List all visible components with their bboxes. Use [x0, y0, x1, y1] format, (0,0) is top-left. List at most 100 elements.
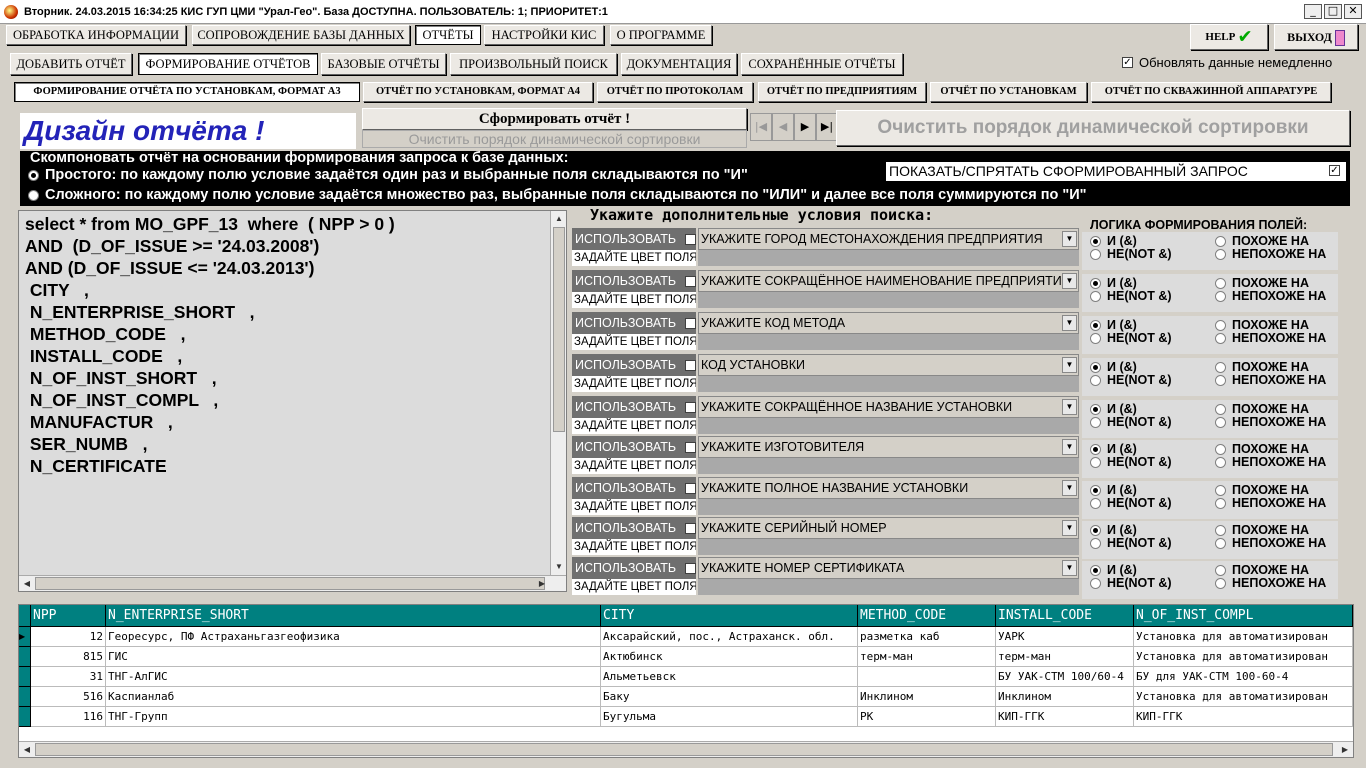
- show-query-checkbox[interactable]: ✓: [1329, 165, 1340, 176]
- table-cell[interactable]: ГИС: [106, 647, 601, 667]
- menu-settings[interactable]: НАСТРОЙКИ КИС: [484, 25, 604, 45]
- table-row[interactable]: 116 ТНГ-Групп Бугульма РК КИП-ГГК КИП-ГГК: [19, 707, 1353, 727]
- logic-like-option[interactable]: ПОХОЖЕ НА: [1215, 234, 1309, 248]
- sql-query-box[interactable]: select * from MO_GPF_13 where ( NPP > 0 …: [18, 210, 567, 592]
- close-icon[interactable]: ✕: [1344, 4, 1362, 19]
- logic-and-radio[interactable]: [1090, 443, 1101, 455]
- table-cell[interactable]: РК: [858, 707, 996, 727]
- chevron-down-icon[interactable]: ▼: [1062, 560, 1077, 576]
- menu-reports[interactable]: ОТЧЁТЫ: [415, 25, 481, 45]
- logic-notlike-option[interactable]: НЕПОХОЖЕ НА: [1215, 536, 1326, 550]
- maximize-icon[interactable]: □: [1324, 4, 1342, 19]
- logic-like-radio[interactable]: [1215, 235, 1226, 247]
- menu-processing[interactable]: ОБРАБОТКА ИНФОРМАЦИИ: [6, 25, 186, 45]
- menu-db-support[interactable]: СОПРОВОЖДЕНИЕ БАЗЫ ДАННЫХ: [192, 25, 410, 45]
- logic-not-option[interactable]: НЕ(NOT &): [1090, 455, 1172, 469]
- logic-not-option[interactable]: НЕ(NOT &): [1090, 576, 1172, 590]
- sql-horizontal-scrollbar[interactable]: ◀ ▶: [19, 575, 566, 591]
- logic-not-radio[interactable]: [1090, 416, 1101, 428]
- table-cell[interactable]: Установка для автоматизирован: [1134, 647, 1353, 667]
- condition-select[interactable]: УКАЖИТЕ СЕРИЙНЫЙ НОМЕР ▼: [698, 517, 1079, 539]
- scroll-up-icon[interactable]: ▲: [551, 211, 567, 227]
- scroll-right-icon[interactable]: ▶: [534, 576, 550, 592]
- logic-and-radio[interactable]: [1090, 564, 1101, 576]
- row-indicator[interactable]: [19, 707, 31, 727]
- use-checkbox[interactable]: [685, 563, 696, 574]
- current-row-indicator-icon[interactable]: ▶: [19, 627, 31, 647]
- use-field-toggle[interactable]: ИСПОЛЬЗОВАТЬ: [572, 517, 696, 539]
- set-color-button[interactable]: ЗАДАЙТЕ ЦВЕТ ПОЛЯ: [572, 418, 696, 434]
- logic-and-option[interactable]: И (&): [1090, 523, 1137, 537]
- logic-notlike-radio[interactable]: [1215, 290, 1226, 302]
- logic-not-option[interactable]: НЕ(NOT &): [1090, 496, 1172, 510]
- logic-and-radio[interactable]: [1090, 524, 1101, 536]
- use-field-toggle[interactable]: ИСПОЛЬЗОВАТЬ: [572, 270, 696, 292]
- logic-like-radio[interactable]: [1215, 484, 1226, 496]
- table-row[interactable]: 31 ТНГ-АлГИС Альметьевск БУ УАК-СТМ 100/60-…: [19, 667, 1353, 687]
- chevron-down-icon[interactable]: ▼: [1062, 357, 1077, 373]
- logic-not-option[interactable]: НЕ(NOT &): [1090, 536, 1172, 550]
- table-row[interactable]: 815 ГИС Актюбинск терм-ман терм-ман Установка…: [19, 647, 1353, 667]
- logic-not-option[interactable]: НЕ(NOT &): [1090, 415, 1172, 429]
- logic-notlike-option[interactable]: НЕПОХОЖЕ НА: [1215, 576, 1326, 590]
- condition-select[interactable]: УКАЖИТЕ НОМЕР СЕРТИФИКАТА ▼: [698, 557, 1079, 579]
- logic-like-radio[interactable]: [1215, 564, 1226, 576]
- table-cell[interactable]: 116: [31, 707, 106, 727]
- complex-query-option[interactable]: Сложного: по каждому полю условие задаёт…: [28, 187, 1087, 203]
- table-cell[interactable]: терм-ман: [858, 647, 996, 667]
- table-row[interactable]: ▶ 12 Георесурс, ПФ Астраханьгазгеофизика Ак…: [19, 627, 1353, 647]
- tab-protocols-report[interactable]: ОТЧЁТ ПО ПРОТОКОЛАМ: [597, 82, 753, 102]
- form-report-button[interactable]: Сформировать отчёт !: [362, 108, 747, 130]
- tab-enterprises-report[interactable]: ОТЧЁТ ПО ПРЕДПРИЯТИЯМ: [758, 82, 926, 102]
- condition-select[interactable]: УКАЖИТЕ ПОЛНОЕ НАЗВАНИЕ УСТАНОВКИ ▼: [698, 477, 1079, 499]
- use-checkbox[interactable]: [685, 523, 696, 534]
- tab-add-report[interactable]: ДОБАВИТЬ ОТЧЁТ: [10, 53, 132, 75]
- logic-notlike-option[interactable]: НЕПОХОЖЕ НА: [1215, 415, 1326, 429]
- table-cell[interactable]: Инклином: [996, 687, 1134, 707]
- sql-hscroll-thumb[interactable]: [35, 577, 545, 590]
- chevron-down-icon[interactable]: ▼: [1062, 480, 1077, 496]
- logic-like-option[interactable]: ПОХОЖЕ НА: [1215, 276, 1309, 290]
- row-indicator[interactable]: [19, 687, 31, 707]
- simple-query-option[interactable]: Простого: по каждому полю условие задаёт…: [28, 167, 748, 183]
- use-checkbox[interactable]: [685, 442, 696, 453]
- logic-and-radio[interactable]: [1090, 361, 1101, 373]
- use-checkbox[interactable]: [685, 360, 696, 371]
- grid-column-header[interactable]: METHOD_CODE: [858, 605, 996, 627]
- sql-vertical-scrollbar[interactable]: ▲ ▼: [550, 211, 566, 575]
- results-grid[interactable]: NPP N_ENTERPRISE_SHORT CITY METHOD_CODE INST…: [18, 604, 1354, 758]
- set-color-button[interactable]: ЗАДАЙТЕ ЦВЕТ ПОЛЯ: [572, 250, 696, 266]
- logic-and-radio[interactable]: [1090, 235, 1101, 247]
- tab-a4-report[interactable]: ОТЧЁТ ПО УСТАНОВКАМ, ФОРМАТ А4: [363, 82, 593, 102]
- logic-notlike-option[interactable]: НЕПОХОЖЕ НА: [1215, 289, 1326, 303]
- table-row[interactable]: 516 Каспианлаб Баку Инклином Инклином Установ…: [19, 687, 1353, 707]
- condition-select[interactable]: УКАЖИТЕ КОД МЕТОДА ▼: [698, 312, 1079, 334]
- table-cell[interactable]: 516: [31, 687, 106, 707]
- scroll-down-icon[interactable]: ▼: [551, 559, 567, 575]
- logic-not-radio[interactable]: [1090, 497, 1101, 509]
- table-cell[interactable]: ТНГ-АлГИС: [106, 667, 601, 687]
- logic-notlike-radio[interactable]: [1215, 577, 1226, 589]
- logic-not-radio[interactable]: [1090, 374, 1101, 386]
- logic-like-option[interactable]: ПОХОЖЕ НА: [1215, 563, 1309, 577]
- use-checkbox[interactable]: [685, 402, 696, 413]
- use-checkbox[interactable]: [685, 234, 696, 245]
- logic-and-option[interactable]: И (&): [1090, 360, 1137, 374]
- complex-query-radio[interactable]: [28, 189, 39, 201]
- logic-not-radio[interactable]: [1090, 332, 1101, 344]
- logic-like-radio[interactable]: [1215, 524, 1226, 536]
- grid-column-header[interactable]: INSTALL_CODE: [996, 605, 1134, 627]
- table-cell[interactable]: Каспианлаб: [106, 687, 601, 707]
- tab-saved-reports[interactable]: СОХРАНЁННЫЕ ОТЧЁТЫ: [741, 53, 903, 75]
- logic-and-radio[interactable]: [1090, 319, 1101, 331]
- logic-notlike-radio[interactable]: [1215, 497, 1226, 509]
- logic-and-option[interactable]: И (&): [1090, 276, 1137, 290]
- logic-not-radio[interactable]: [1090, 456, 1101, 468]
- grid-column-header[interactable]: N_OF_INST_COMPL: [1134, 605, 1353, 627]
- logic-like-option[interactable]: ПОХОЖЕ НА: [1215, 523, 1309, 537]
- table-cell[interactable]: 815: [31, 647, 106, 667]
- set-color-button[interactable]: ЗАДАЙТЕ ЦВЕТ ПОЛЯ: [572, 292, 696, 308]
- logic-like-option[interactable]: ПОХОЖЕ НА: [1215, 442, 1309, 456]
- logic-and-option[interactable]: И (&): [1090, 563, 1137, 577]
- set-color-button[interactable]: ЗАДАЙТЕ ЦВЕТ ПОЛЯ: [572, 458, 696, 474]
